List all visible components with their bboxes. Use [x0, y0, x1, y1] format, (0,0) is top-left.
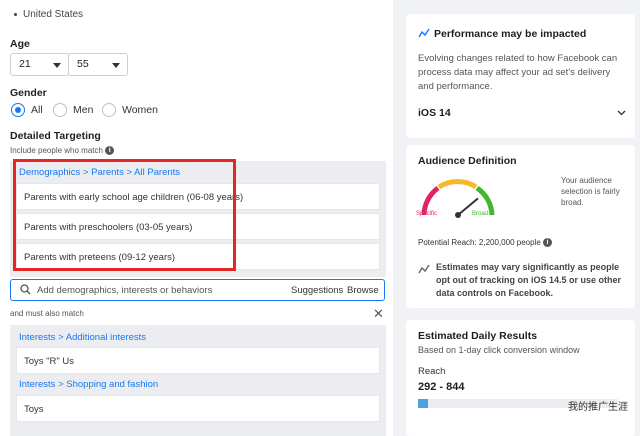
ios-dropdown-label[interactable]: iOS 14 [418, 107, 451, 119]
gender-all-label: All [31, 104, 43, 116]
estimate-note: Estimates may vary significantly as peop… [436, 262, 622, 298]
targeting-item[interactable]: Toys [16, 395, 380, 422]
include-label: Include people who match i [10, 146, 115, 156]
age-max-select[interactable]: 55 [68, 53, 128, 76]
detailed-targeting-label: Detailed Targeting [10, 130, 101, 142]
audience-title: Audience Definition [418, 155, 517, 167]
gauge-left-label: Specific [416, 211, 438, 217]
search-placeholder: Add demographics, interests or behaviors [37, 285, 213, 296]
performance-title: Performance may be impacted [434, 28, 587, 40]
performance-card: Performance may be impacted Evolving cha… [406, 14, 635, 138]
age-label: Age [10, 38, 30, 50]
close-icon[interactable]: ✕ [373, 306, 384, 322]
info-icon: i [105, 146, 115, 156]
targeting-panel: United States Age 21 55 Gender All Men W… [0, 0, 393, 436]
age-min-value: 21 [19, 58, 31, 70]
group2-breadcrumb[interactable]: Interests > Additional interests [19, 332, 146, 343]
gender-label: Gender [10, 87, 47, 99]
gender-women-label: Women [122, 104, 158, 116]
daily-results-subtitle: Based on 1-day click conversion window [418, 345, 580, 355]
gender-men-radio[interactable] [53, 103, 67, 117]
gauge-right-label: Broad [472, 211, 489, 217]
reach-bar-fill [418, 399, 428, 408]
must-match-label: and must also match [10, 309, 84, 318]
watermark: 我的推广生涯 [568, 402, 628, 413]
daily-results-card: Estimated Daily Results Based on 1-day c… [406, 320, 635, 436]
age-max-value: 55 [77, 58, 89, 70]
chevron-down-icon [112, 63, 120, 68]
performance-body: Evolving changes related to how Facebook… [418, 53, 618, 92]
search-icon [20, 284, 31, 295]
trend-icon [418, 264, 430, 274]
reach-value: 292 - 844 [418, 381, 465, 393]
suggestions-link[interactable]: Suggestions [291, 285, 343, 296]
location-label: United States [23, 9, 84, 20]
chevron-down-icon[interactable] [617, 110, 626, 116]
reach-label: Reach [418, 366, 446, 377]
daily-results-title: Estimated Daily Results [418, 330, 538, 342]
location-item: United States [14, 9, 83, 20]
targeting-search-input[interactable]: Add demographics, interests or behaviors… [10, 279, 385, 301]
info-icon: i [543, 238, 552, 248]
trend-icon [418, 28, 430, 38]
audience-note: Your audience selection is fairly broad. [561, 176, 620, 207]
gender-women-radio[interactable] [102, 103, 116, 117]
browse-link[interactable]: Browse [347, 285, 379, 296]
group2-breadcrumb[interactable]: Interests > Shopping and fashion [19, 379, 158, 390]
chevron-down-icon [53, 63, 61, 68]
audience-card: Audience Definition Specific Broad Your … [406, 145, 635, 308]
age-min-select[interactable]: 21 [10, 53, 69, 76]
gender-all-radio[interactable] [11, 103, 25, 117]
targeting-item[interactable]: Toys "R" Us [16, 347, 380, 374]
potential-reach: Potential Reach: 2,200,000 people i [418, 238, 552, 248]
gender-men-label: Men [73, 104, 94, 116]
highlight-box [13, 159, 236, 271]
